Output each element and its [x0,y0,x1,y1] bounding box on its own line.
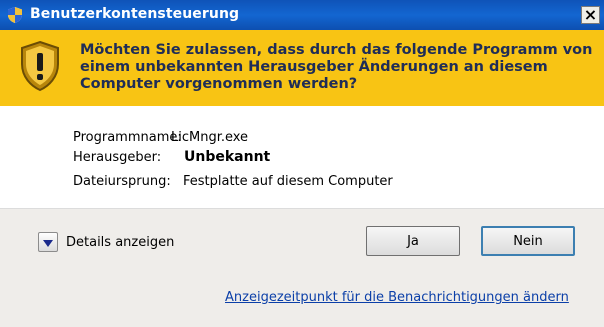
program-name-row: Programmname: LicMngr.exe [73,130,248,145]
warning-message: Möchten Sie zulassen, dass durch das fol… [80,42,593,92]
program-name-label: Programmname: [73,130,182,145]
details-toggle-button[interactable] [38,232,58,252]
publisher-value: Unbekannt [184,149,271,165]
no-button[interactable]: Nein [481,226,575,256]
warning-shield-icon [19,40,61,92]
details-toggle-label[interactable]: Details anzeigen [66,235,174,250]
title-bar: Benutzerkontensteuerung × [0,0,604,30]
origin-label: Dateiursprung: [73,174,171,189]
notification-settings-link[interactable]: Anzeigezeitpunkt für die Benachrichtigun… [225,290,569,305]
publisher-label: Herausgeber: [73,150,162,165]
program-name-value: LicMngr.exe [171,130,249,145]
chevron-down-icon [43,233,53,252]
close-button[interactable]: × [581,6,600,24]
yes-button[interactable]: Ja [366,226,460,256]
close-icon: × [583,5,598,24]
publisher-row: Herausgeber: Unbekannt [73,149,270,165]
uac-dialog: Benutzerkontensteuerung × Möchten Sie zu… [0,0,604,327]
program-details: Programmname: LicMngr.exe Herausgeber: U… [0,106,604,208]
warning-banner: Möchten Sie zulassen, dass durch das fol… [0,30,604,106]
origin-value: Festplatte auf diesem Computer [183,174,393,189]
origin-row: Dateiursprung: Festplatte auf diesem Com… [73,174,393,189]
uac-shield-icon [6,6,24,24]
window-title: Benutzerkontensteuerung [30,6,240,22]
